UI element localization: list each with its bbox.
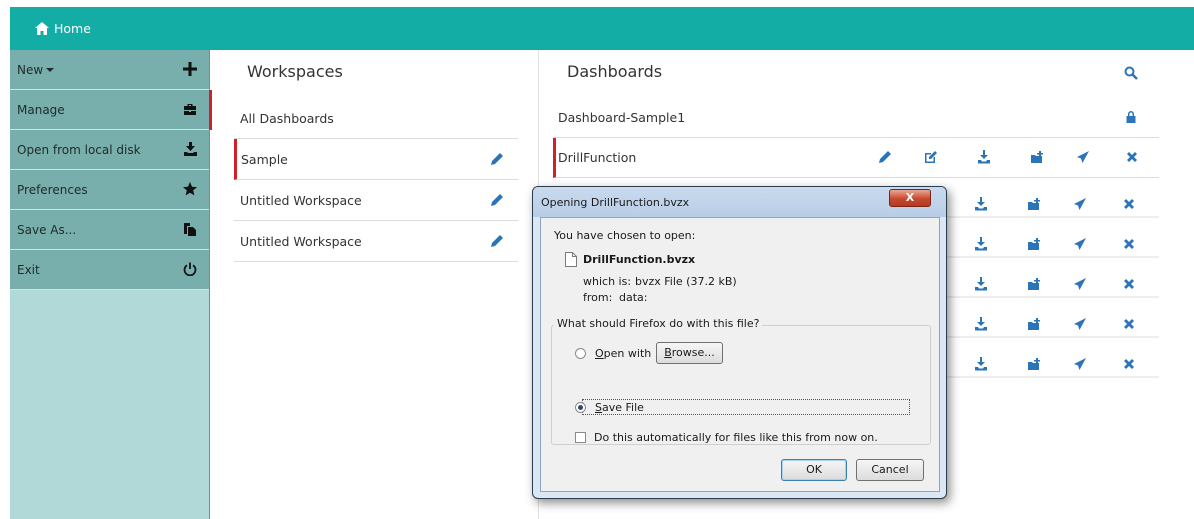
- dashboards-title: Dashboards: [567, 62, 663, 81]
- sidebar-item-label: Save As...: [17, 222, 77, 237]
- from-label: from:: [583, 291, 613, 304]
- workspace-label: All Dashboards: [240, 110, 334, 126]
- top-bar: Home: [10, 7, 1194, 50]
- dashboard-list: Dashboard-Sample1 DrillFunction: [553, 98, 1159, 178]
- delete-icon[interactable]: [1124, 279, 1134, 289]
- plus-icon: [183, 62, 197, 76]
- delete-icon[interactable]: [1124, 359, 1134, 369]
- download-icon[interactable]: [975, 317, 987, 331]
- delete-icon[interactable]: [1124, 319, 1134, 329]
- ok-label: OK: [806, 463, 822, 476]
- action-group: [551, 325, 931, 445]
- folder-move-icon[interactable]: [1030, 150, 1044, 164]
- workspace-item[interactable]: Untitled Workspace: [234, 180, 518, 221]
- send-icon[interactable]: [1074, 318, 1086, 330]
- sidebar-item-exit[interactable]: Exit: [10, 250, 209, 290]
- home-link[interactable]: Home: [54, 21, 91, 36]
- intro-text: You have chosen to open:: [554, 229, 696, 242]
- close-icon: X: [905, 191, 915, 204]
- workspace-label: Untitled Workspace: [240, 233, 362, 249]
- sidebar-item-label: New: [17, 62, 44, 77]
- caret-down-icon: [46, 67, 55, 72]
- download-icon[interactable]: [975, 237, 987, 251]
- auto-checkbox[interactable]: [575, 432, 586, 443]
- download-icon[interactable]: [975, 197, 987, 211]
- save-file-label[interactable]: Save File: [595, 401, 644, 414]
- browse-button[interactable]: Browse...: [656, 342, 723, 364]
- from-value: data:: [619, 291, 648, 304]
- sidebar-item-label: Open from local disk: [17, 142, 141, 157]
- file-icon: [565, 252, 577, 267]
- app-root: Home New Manage Open from local disk Pre…: [0, 0, 1194, 519]
- copy-icon: [184, 223, 196, 236]
- cancel-button[interactable]: Cancel: [856, 459, 924, 481]
- open-with-label[interactable]: Open with: [595, 347, 651, 360]
- send-icon[interactable]: [1074, 238, 1086, 250]
- download-dialog: Opening DrillFunction.bvzx X You have ch…: [532, 186, 947, 499]
- dialog-body: You have chosen to open: DrillFunction.b…: [540, 217, 940, 492]
- which-is-value: bvzx File (37.2 kB): [635, 275, 737, 288]
- dashboard-name: DrillFunction: [558, 150, 637, 165]
- sidebar-item-label: Exit: [17, 262, 40, 277]
- power-icon: [183, 262, 197, 276]
- close-button[interactable]: X: [889, 189, 931, 207]
- upload-icon: [184, 142, 197, 156]
- download-icon[interactable]: [975, 357, 987, 371]
- send-icon[interactable]: [1074, 198, 1086, 210]
- folder-move-icon[interactable]: [1028, 198, 1040, 210]
- auto-label[interactable]: Do this automatically for files like thi…: [594, 431, 878, 444]
- pencil-icon[interactable]: [490, 152, 504, 166]
- sidebar-item-manage[interactable]: Manage: [10, 90, 212, 130]
- which-is-label: which is:: [583, 275, 632, 288]
- dashboard-row[interactable]: DrillFunction: [553, 138, 1159, 178]
- open-with-radio[interactable]: [575, 348, 586, 359]
- sidebar-item-label: Preferences: [17, 182, 88, 197]
- folder-move-icon[interactable]: [1028, 278, 1040, 290]
- folder-move-icon[interactable]: [1028, 238, 1040, 250]
- search-icon[interactable]: [1124, 66, 1138, 80]
- workspaces-title: Workspaces: [247, 62, 343, 81]
- sidebar-item-save-as[interactable]: Save As...: [10, 210, 209, 250]
- briefcase-icon: [184, 104, 196, 115]
- send-icon[interactable]: [1074, 358, 1086, 370]
- pencil-icon[interactable]: [878, 150, 892, 164]
- delete-icon[interactable]: [1124, 239, 1134, 249]
- workspace-list: All Dashboards Sample Untitled Workspace…: [234, 98, 518, 262]
- download-icon[interactable]: [975, 277, 987, 291]
- ok-button[interactable]: OK: [781, 459, 847, 481]
- browse-label: Browse...: [664, 346, 715, 359]
- folder-move-icon[interactable]: [1028, 358, 1040, 370]
- sidebar-item-preferences[interactable]: Preferences: [10, 170, 209, 210]
- sidebar-item-open-local[interactable]: Open from local disk: [10, 130, 209, 170]
- workspace-item[interactable]: Untitled Workspace: [234, 221, 518, 262]
- dialog-titlebar: Opening DrillFunction.bvzx X: [533, 187, 946, 217]
- dashboard-row[interactable]: Dashboard-Sample1: [553, 98, 1159, 138]
- edit-square-icon[interactable]: [924, 150, 938, 164]
- file-name: DrillFunction.bvzx: [583, 253, 696, 266]
- cancel-label: Cancel: [871, 463, 909, 476]
- send-icon[interactable]: [1076, 150, 1090, 164]
- dashboard-name: Dashboard-Sample1: [558, 110, 686, 125]
- sidebar: New Manage Open from local disk Preferen…: [10, 50, 212, 519]
- dialog-title: Opening DrillFunction.bvzx: [541, 196, 690, 209]
- delete-icon[interactable]: [1125, 150, 1139, 164]
- star-icon: [183, 182, 197, 196]
- send-icon[interactable]: [1074, 278, 1086, 290]
- workspace-item[interactable]: Sample: [234, 139, 518, 180]
- lock-icon[interactable]: [1124, 110, 1138, 124]
- download-icon[interactable]: [977, 150, 991, 164]
- workspace-label: Sample: [241, 151, 288, 167]
- folder-move-icon[interactable]: [1028, 318, 1040, 330]
- save-file-radio[interactable]: [575, 402, 586, 413]
- home-icon[interactable]: [35, 22, 49, 35]
- delete-icon[interactable]: [1124, 199, 1134, 209]
- sidebar-item-label: Manage: [17, 102, 65, 117]
- question-text: What should Firefox do with this file?: [554, 317, 763, 330]
- workspace-item[interactable]: All Dashboards: [234, 98, 518, 139]
- sidebar-item-new[interactable]: New: [10, 50, 209, 90]
- pencil-icon[interactable]: [490, 234, 504, 248]
- pencil-icon[interactable]: [490, 193, 504, 207]
- workspace-label: Untitled Workspace: [240, 192, 362, 208]
